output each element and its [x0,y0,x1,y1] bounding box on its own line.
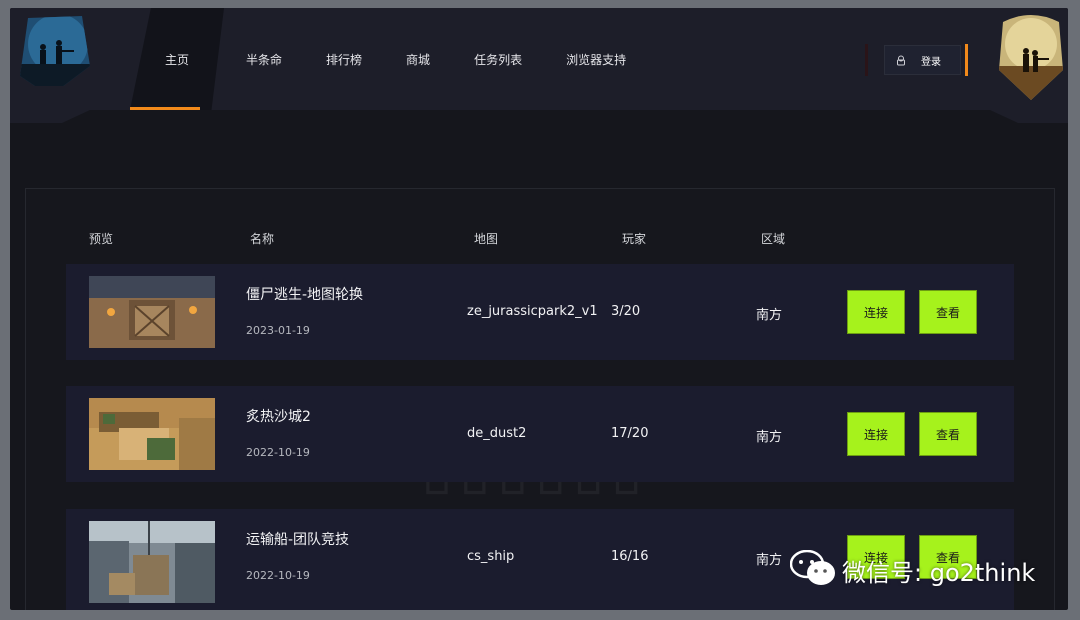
nav-item-label: 主页 [165,52,190,67]
nav-item-browser-support[interactable]: 浏览器支持 [544,8,648,110]
nav-item-label: 商城 [406,52,431,67]
server-region: 南方 [756,308,783,323]
nav-item-leaderboard[interactable]: 排行榜 [304,8,384,110]
server-region: 南方 [756,553,783,568]
wechat-watermark: 微信号: go2think [789,549,1036,590]
top-header: 主页 半条命 排行榜 商城 任务列表 浏览器支持 登录 [10,8,1068,123]
header-map: 地图 [474,232,499,246]
server-name: 运输船-团队竞技 [246,532,350,548]
header-preview: 预览 [89,232,114,246]
table-header: 预览 名称 地图 玩家 区域 [26,230,1054,250]
map-preview-image [89,398,215,470]
connect-button[interactable]: 连接 [847,412,905,456]
server-name: 僵尸逃生-地图轮换 [246,287,364,303]
view-button[interactable]: 查看 [919,412,977,456]
server-list-panel: ▯▯▯▯▯▯ 预览 名称 地图 玩家 区域 [25,188,1055,610]
server-name: 炙热沙城2 [246,409,311,425]
server-map: de_dust2 [467,426,527,441]
nav-item-shop[interactable]: 商城 [384,8,452,110]
nav-item-label: 浏览器支持 [566,52,627,67]
view-button[interactable]: 查看 [919,290,977,334]
login-area: 登录 [865,44,968,76]
header-name: 名称 [250,232,275,246]
map-preview-image [89,521,215,603]
nav-item-tasks[interactable]: 任务列表 [452,8,544,110]
server-players: 17/20 [611,426,649,441]
site-logo-right[interactable] [997,14,1065,100]
login-accent-bar [965,44,968,76]
table-row: 炙热沙城2 2022-10-19 de_dust2 17/20 南方 连接 查看 [66,386,1014,482]
map-preview-image [89,276,215,348]
server-map: cs_ship [467,549,515,564]
server-date: 2022-10-19 [246,569,310,582]
server-players: 3/20 [611,304,641,319]
server-map: ze_jurassicpark2_v1 [467,304,598,319]
nav-item-home[interactable]: 主页 [130,8,225,110]
header-players: 玩家 [622,232,647,246]
wechat-icon [789,549,836,590]
user-icon [891,55,911,66]
server-region: 南方 [756,430,783,445]
table-row: 僵尸逃生-地图轮换 2023-01-19 ze_jurassicpark2_v1… [66,264,1014,360]
app-window: 主页 半条命 排行榜 商城 任务列表 浏览器支持 登录 预览 名称 地图 玩家 … [10,8,1068,610]
login-label: 登录 [921,56,941,68]
login-edge-decoration [865,44,868,76]
connect-button[interactable]: 连接 [847,290,905,334]
login-button[interactable]: 登录 [884,45,961,75]
nav-item-half-life[interactable]: 半条命 [224,8,304,110]
site-logo-left[interactable] [20,16,90,86]
server-date: 2023-01-19 [246,324,310,337]
nav-item-label: 任务列表 [474,52,523,67]
main-nav: 主页 半条命 排行榜 商城 任务列表 浏览器支持 [130,8,648,110]
nav-item-label: 排行榜 [326,52,363,67]
nav-item-label: 半条命 [246,52,283,67]
server-players: 16/16 [611,549,649,564]
header-region: 区域 [761,232,786,246]
server-date: 2022-10-19 [246,446,310,459]
wechat-id-text: 微信号: go2think [842,558,1036,587]
nav-active-indicator [130,107,200,110]
